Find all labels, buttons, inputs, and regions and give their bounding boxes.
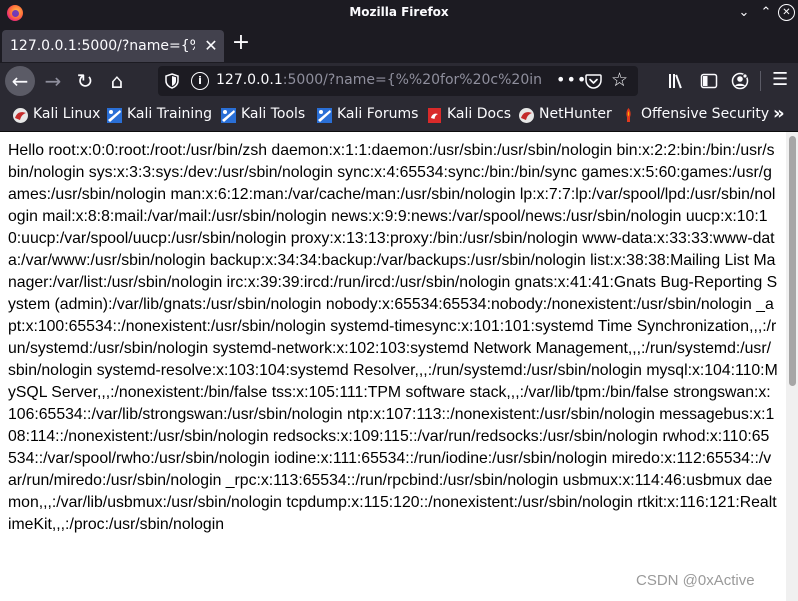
nethunter-icon [519,108,534,123]
kali-training-icon [107,108,122,123]
page-scrollbar[interactable] [786,132,798,601]
page-body-text: Hello root:x:0:0:root:/root:/usr/bin/zsh… [8,142,778,533]
kali-forums-icon [317,108,332,123]
tab-title: 127.0.0.1:5000/?name={%% [10,38,195,54]
sidebar-icon[interactable] [700,72,718,90]
maximize-button[interactable]: ⌃ [757,4,775,22]
page-actions-more-icon[interactable]: ••• [556,70,587,89]
minimize-button[interactable]: ⌄ [735,4,753,22]
bookmark-label: Kali Tools [241,106,306,122]
tracking-protection-shield-icon[interactable] [165,73,179,89]
home-button[interactable]: ⌂ [102,66,132,96]
toolbar-separator [760,71,761,91]
account-icon[interactable] [731,72,749,90]
pocket-icon[interactable] [585,73,602,89]
kali-dragon-icon [13,108,28,123]
new-tab-button[interactable]: + [230,32,252,56]
scrollbar-thumb[interactable] [789,136,796,386]
bookmark-label: Kali Docs [447,106,512,122]
tab-active[interactable]: 127.0.0.1:5000/?name={%% ✕ [2,30,224,62]
reload-button[interactable]: ↻ [70,66,100,96]
url-path: :5000/?name={%%20for%20c%20in [282,72,542,88]
watermark-text: CSDN @0xActive [636,572,755,589]
kali-tools-icon [221,108,236,123]
back-button[interactable]: ← [5,66,35,96]
bookmark-label: NetHunter [539,106,612,122]
bookmarks-overflow-chevron-icon[interactable]: » [773,103,785,124]
url-host: 127.0.0.1 [216,72,283,88]
url-bar[interactable]: i 127.0.0.1:5000/?name={%%20for%20c%20in… [158,66,638,96]
bookmark-label: Kali Training [127,106,212,122]
bookmark-star-icon[interactable]: ☆ [611,69,628,91]
window-title: Mozilla Firefox [349,5,449,19]
window-titlebar: Mozilla Firefox ⌄ ⌃ ✕ [0,0,798,27]
library-icon[interactable] [668,72,686,90]
kali-docs-icon [428,108,441,123]
tab-close-button[interactable]: ✕ [202,36,220,56]
url-text[interactable]: 127.0.0.1:5000/?name={%%20for%20c%20in [216,72,546,88]
bookmark-label: Offensive Security [641,106,770,122]
navigation-toolbar: ← → ↻ ⌂ i 127.0.0.1:5000/?name={%%20for%… [0,63,798,99]
offsec-icon [626,108,631,122]
bookmark-label: Kali Forums [337,106,419,122]
forward-button[interactable]: → [38,66,68,96]
tab-strip: 127.0.0.1:5000/?name={%% ✕ + [0,27,798,63]
close-window-button[interactable]: ✕ [778,4,795,21]
hamburger-menu-icon[interactable]: ☰ [772,71,790,89]
page-content: Hello root:x:0:0:root:/root:/usr/bin/zsh… [0,132,786,601]
site-info-icon[interactable]: i [191,72,209,90]
bookmark-label: Kali Linux [33,106,101,122]
bookmarks-toolbar: Kali Linux Kali Training Kali Tools Kali… [0,99,798,132]
